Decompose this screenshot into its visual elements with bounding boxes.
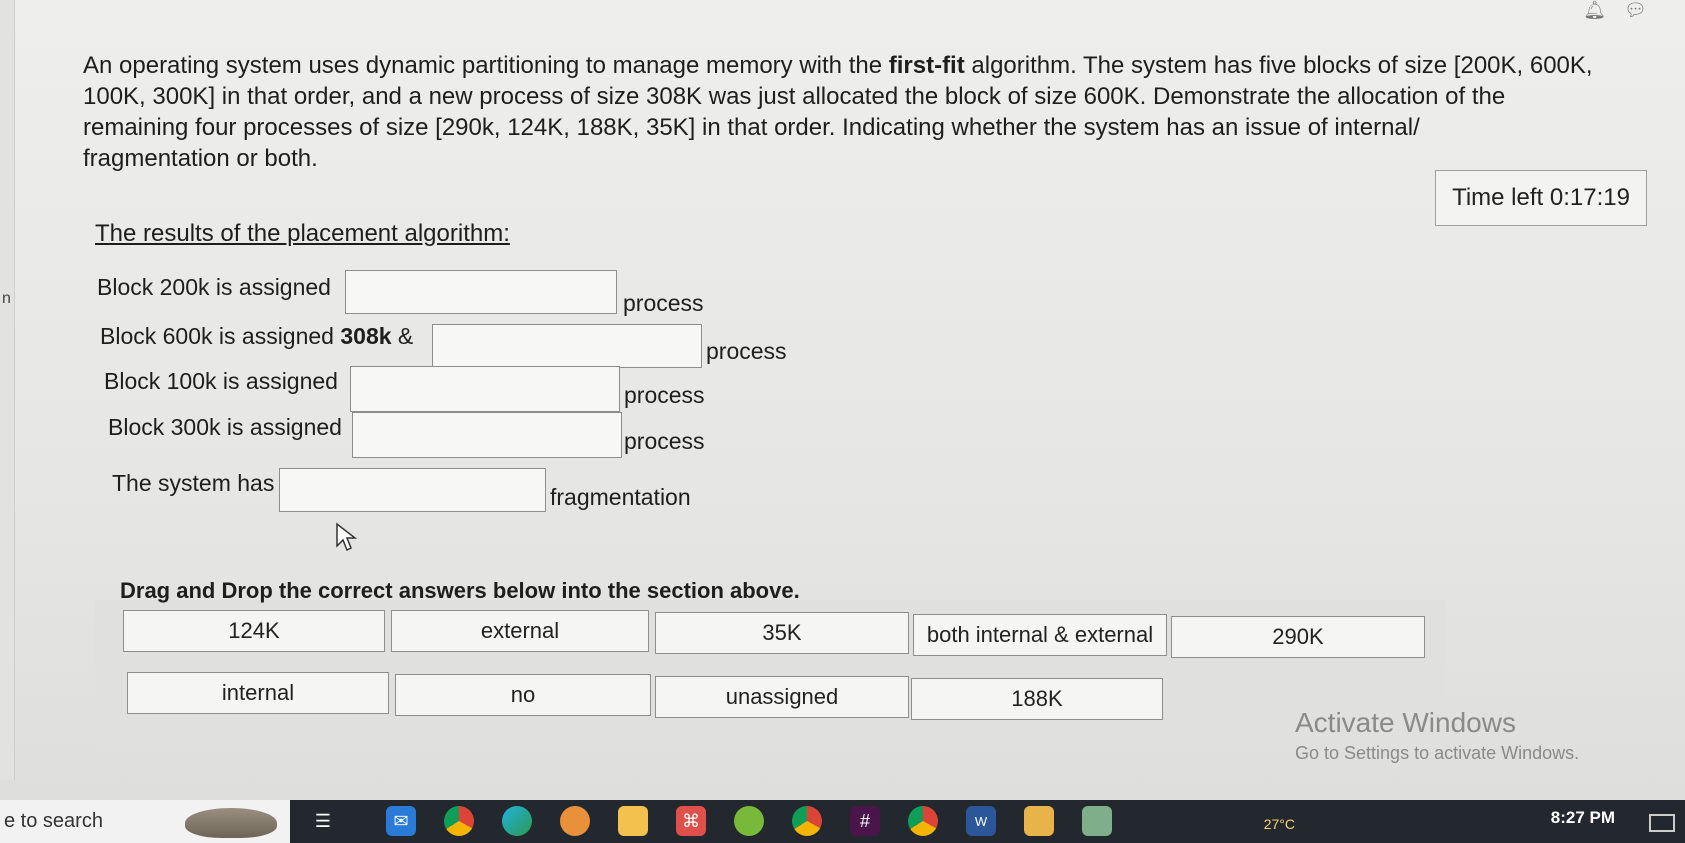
vpn-icon[interactable] <box>560 806 590 836</box>
search-highlight-image <box>185 808 277 838</box>
row-label-text: Block 600k is assigned <box>100 323 341 349</box>
answer-tile[interactable]: both internal & external <box>913 614 1167 656</box>
system-tray: 27°C 8:27 PM <box>1264 800 1685 843</box>
row-label: Block 600k is assigned 308k & <box>100 323 413 350</box>
row-label-bold: 308k <box>340 323 392 349</box>
left-edge-text: n <box>2 290 11 307</box>
top-corner-icons: 🔔︎💬︎ <box>1583 0 1665 21</box>
row-label-tail: & <box>391 323 414 349</box>
row-label: The system has <box>112 470 275 496</box>
answer-tile[interactable]: 290K <box>1171 616 1425 658</box>
chrome-alt-icon[interactable] <box>908 806 938 836</box>
answer-tile[interactable]: unassigned <box>655 676 909 718</box>
question-line3: remaining four processes of size [290k, … <box>83 114 1420 141</box>
search-placeholder: e to search <box>4 810 103 832</box>
activate-windows-watermark: Activate Windows Go to Settings to activ… <box>1295 707 1579 764</box>
row-label: Block 200k is assigned <box>97 274 331 300</box>
quiz-page: n 🔔︎💬︎ An operating system uses dynamic … <box>0 0 1685 800</box>
answer-tiles-area: 124K external 35K both internal & extern… <box>95 600 1445 752</box>
answer-tile[interactable]: internal <box>127 672 389 714</box>
row-suffix: process <box>624 428 705 454</box>
task-view-icon[interactable]: ☰ <box>308 806 338 836</box>
row-suffix: process <box>624 382 705 408</box>
weather-temperature[interactable]: 27°C <box>1264 816 1295 832</box>
left-edge-panel: n <box>0 0 15 780</box>
time-left-timer: Time left 0:17:19 <box>1435 170 1647 226</box>
windows-taskbar: e to search ☰ ✉ ⌘ # W 27°C 8:27 PM <box>0 800 1685 843</box>
app-icon[interactable]: ⌘ <box>676 806 706 836</box>
drop-zone-block-100k[interactable] <box>350 366 620 412</box>
watermark-title: Activate Windows <box>1295 707 1516 738</box>
drop-zone-block-300k[interactable] <box>352 412 622 458</box>
watermark-subtitle: Go to Settings to activate Windows. <box>1295 743 1580 763</box>
row-suffix: process <box>706 338 787 364</box>
answer-tile[interactable]: 35K <box>655 612 909 654</box>
row-suffix: fragmentation <box>550 484 691 510</box>
chat-icon[interactable]: 💬︎ <box>1624 0 1665 20</box>
question-line1-post: algorithm. The system has five blocks of… <box>964 52 1593 79</box>
edge-icon[interactable] <box>502 806 532 836</box>
mouse-cursor-icon <box>336 522 357 552</box>
question-line2: 100K, 300K] in that order, and a new pro… <box>83 83 1506 110</box>
mail-icon[interactable]: ✉ <box>386 806 416 836</box>
row-suffix: process <box>623 290 704 316</box>
drop-zone-block-200k[interactable] <box>345 270 617 314</box>
row-label: Block 100k is assigned <box>104 368 338 394</box>
taskbar-search-box[interactable]: e to search <box>0 800 290 843</box>
bell-icon[interactable]: 🔔︎ <box>1583 0 1624 20</box>
files-icon[interactable] <box>1024 806 1054 836</box>
answer-tile[interactable]: 188K <box>911 678 1163 720</box>
question-text: An operating system uses dynamic partiti… <box>83 50 1613 174</box>
answer-tile[interactable]: external <box>391 610 649 652</box>
chrome-icon[interactable] <box>444 806 474 836</box>
drag-drop-instructions: Drag and Drop the correct answers below … <box>120 578 800 603</box>
drop-zone-fragmentation[interactable] <box>279 468 546 512</box>
file-explorer-icon[interactable] <box>618 806 648 836</box>
drop-zone-block-600k[interactable] <box>432 324 702 368</box>
answer-tile[interactable]: no <box>395 674 651 716</box>
question-line1-pre: An operating system uses dynamic partiti… <box>83 52 889 79</box>
torrent-icon[interactable] <box>734 806 764 836</box>
app-alt-icon[interactable] <box>1082 806 1112 836</box>
question-line1-bold: first-fit <box>888 52 965 79</box>
answer-tile[interactable]: 124K <box>123 610 385 652</box>
word-icon[interactable]: W <box>966 806 996 836</box>
row-label: Block 300k is assigned <box>108 414 342 440</box>
notification-icon[interactable] <box>1649 814 1675 832</box>
results-title: The results of the placement algorithm: <box>95 220 510 247</box>
question-line4: fragmentation or both. <box>83 145 318 172</box>
chrome-profile-icon[interactable] <box>792 806 822 836</box>
slack-icon[interactable]: # <box>850 806 880 836</box>
taskbar-clock[interactable]: 8:27 PM <box>1551 808 1615 828</box>
